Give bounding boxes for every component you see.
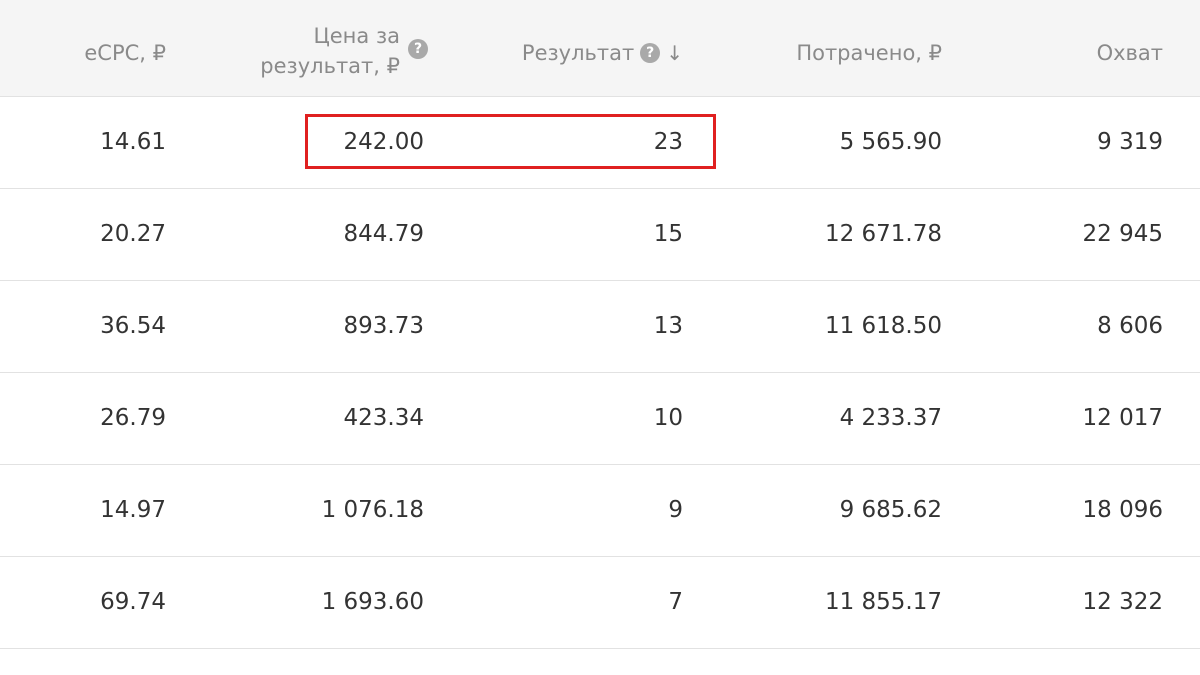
- table-row[interactable]: 69.74 1 693.60 7 11 855.17 12 322: [0, 557, 1200, 649]
- cell-cost-per-result: 242.00: [343, 129, 424, 155]
- cell-reach: 22 945: [1082, 221, 1163, 247]
- cell-spent: 12 671.78: [824, 221, 942, 247]
- cell-cost-per-result: 423.34: [343, 405, 424, 431]
- column-header-cost-per-result-label-line1: Цена за: [313, 24, 400, 48]
- cost-per-result-help-icon[interactable]: ?: [408, 39, 428, 59]
- cell-spent: 11 855.17: [824, 589, 942, 615]
- cell-ecpc: 20.27: [100, 221, 166, 247]
- cell-cost-per-result: 893.73: [343, 313, 424, 339]
- sort-descending-icon[interactable]: ↓: [666, 38, 683, 68]
- column-header-result-label: Результат: [521, 41, 635, 65]
- cell-spent: 11 618.50: [824, 313, 942, 339]
- table-row[interactable]: 26.79 423.34 10 4 233.37 12 017: [0, 373, 1200, 465]
- cell-ecpc: 14.97: [100, 497, 166, 523]
- column-header-result[interactable]: Результат? ↓: [522, 38, 683, 68]
- cell-reach: 8 606: [1097, 313, 1163, 339]
- table-body: 14.61 242.00 23 5 565.90 9 319 20.27 844…: [0, 97, 1200, 649]
- cell-result: 15: [653, 221, 683, 247]
- cell-ecpc: 14.61: [100, 129, 166, 155]
- cell-cost-per-result: 844.79: [343, 221, 424, 247]
- cell-result: 13: [653, 313, 683, 339]
- column-header-reach[interactable]: Охват: [1097, 38, 1163, 68]
- cell-spent: 5 565.90: [839, 129, 942, 155]
- cell-result: 7: [668, 589, 683, 615]
- column-header-cost-per-result[interactable]: Цена за результат, ₽: [260, 21, 400, 81]
- cell-spent: 9 685.62: [839, 497, 942, 523]
- result-help-icon[interactable]: ?: [640, 43, 661, 63]
- ad-stats-table: eCPC, ₽ Цена за результат, ₽ ? Результат…: [0, 0, 1200, 649]
- table-row[interactable]: 14.97 1 076.18 9 9 685.62 18 096: [0, 465, 1200, 557]
- cell-result: 10: [653, 405, 683, 431]
- cell-cost-per-result: 1 693.60: [321, 589, 424, 615]
- cell-reach: 18 096: [1082, 497, 1163, 523]
- table-row[interactable]: 36.54 893.73 13 11 618.50 8 606: [0, 281, 1200, 373]
- table-row[interactable]: 14.61 242.00 23 5 565.90 9 319: [0, 97, 1200, 189]
- column-header-reach-label: Охват: [1096, 41, 1163, 65]
- cell-reach: 9 319: [1097, 129, 1163, 155]
- cell-spent: 4 233.37: [839, 405, 942, 431]
- cell-reach: 12 017: [1082, 405, 1163, 431]
- column-header-ecpc[interactable]: eCPC, ₽: [84, 38, 166, 68]
- table-header: eCPC, ₽ Цена за результат, ₽ ? Результат…: [0, 0, 1200, 97]
- column-header-spent[interactable]: Потрачено, ₽: [796, 38, 942, 68]
- cell-ecpc: 26.79: [100, 405, 166, 431]
- cell-result: 9: [668, 497, 683, 523]
- cell-ecpc: 36.54: [100, 313, 166, 339]
- cell-cost-per-result: 1 076.18: [321, 497, 424, 523]
- cell-ecpc: 69.74: [100, 589, 166, 615]
- column-header-spent-label: Потрачено, ₽: [796, 41, 942, 65]
- table-row[interactable]: 20.27 844.79 15 12 671.78 22 945: [0, 189, 1200, 281]
- cell-reach: 12 322: [1082, 589, 1163, 615]
- cell-result: 23: [653, 129, 683, 155]
- column-header-ecpc-label: eCPC, ₽: [84, 41, 166, 65]
- column-header-cost-per-result-label-line2: результат, ₽: [260, 54, 400, 78]
